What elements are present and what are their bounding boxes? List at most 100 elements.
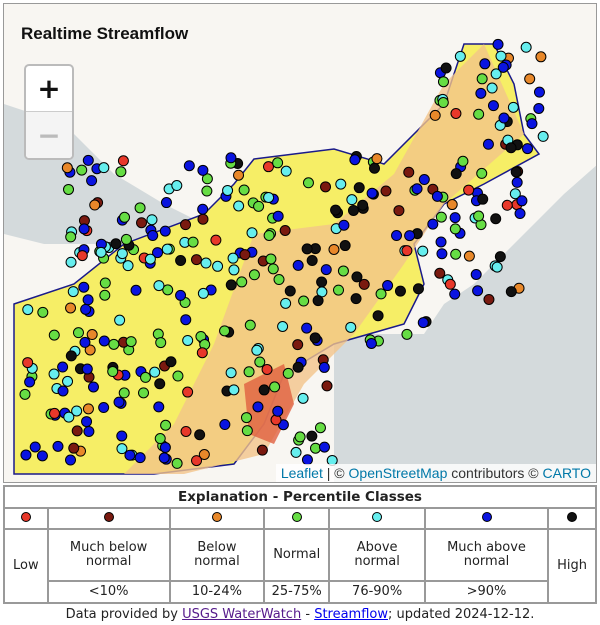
gauge-marker[interactable] (65, 302, 77, 314)
carto-link[interactable]: CARTO (543, 465, 592, 481)
gauge-marker[interactable] (403, 166, 415, 178)
gauge-marker[interactable] (417, 317, 429, 329)
gauge-marker[interactable] (154, 433, 166, 445)
gauge-marker[interactable] (146, 214, 158, 226)
gauge-marker[interactable] (63, 183, 75, 195)
gauge-marker[interactable] (153, 401, 165, 413)
gauge-marker[interactable] (183, 160, 195, 172)
gauge-marker[interactable] (154, 378, 166, 390)
gauge-marker[interactable] (345, 321, 357, 333)
gauge-marker[interactable] (253, 200, 265, 212)
gauge-marker[interactable] (297, 392, 309, 404)
gauge-marker[interactable] (514, 208, 526, 220)
map[interactable]: Realtime Streamflow + − Leaflet | © Open… (3, 3, 597, 483)
gauge-marker[interactable] (353, 182, 365, 194)
gauge-marker[interactable] (68, 442, 80, 454)
gauge-marker[interactable] (233, 200, 245, 212)
gauge-marker[interactable] (375, 288, 387, 300)
gauge-marker[interactable] (29, 441, 41, 453)
gauge-marker[interactable] (429, 109, 441, 121)
gauge-marker[interactable] (279, 224, 291, 236)
gauge-marker[interactable] (328, 243, 340, 255)
gauge-marker[interactable] (449, 288, 461, 300)
gauge-marker[interactable] (120, 233, 132, 245)
gauge-marker[interactable] (210, 234, 222, 246)
gauge-marker[interactable] (450, 248, 462, 260)
gauge-marker[interactable] (483, 293, 495, 305)
gauge-marker[interactable] (404, 230, 416, 242)
gauge-marker[interactable] (113, 396, 125, 408)
gauge-marker[interactable] (81, 416, 93, 428)
gauge-marker[interactable] (267, 263, 279, 275)
gauge-marker[interactable] (57, 361, 69, 373)
gauge-marker[interactable] (490, 213, 502, 225)
gauge-marker[interactable] (501, 199, 513, 211)
gauge-marker[interactable] (312, 295, 324, 307)
gauge-marker[interactable] (482, 138, 494, 150)
gauge-marker[interactable] (57, 385, 69, 397)
gauge-marker[interactable] (431, 190, 443, 202)
gauge-marker[interactable] (320, 181, 332, 193)
gauge-marker[interactable] (524, 73, 536, 85)
gauge-marker[interactable] (470, 268, 482, 280)
gauge-marker[interactable] (71, 425, 83, 437)
gauge-marker[interactable] (125, 336, 137, 348)
gauge-marker[interactable] (236, 276, 248, 288)
gauge-marker[interactable] (147, 230, 159, 242)
gauge-marker[interactable] (78, 223, 90, 235)
gauge-marker[interactable] (98, 335, 110, 347)
gauge-marker[interactable] (272, 157, 284, 169)
map-canvas[interactable] (4, 4, 597, 483)
gauge-marker[interactable] (522, 143, 534, 155)
gauge-marker[interactable] (526, 118, 538, 130)
gauge-marker[interactable] (65, 256, 77, 268)
gauge-marker[interactable] (228, 384, 240, 396)
gauge-marker[interactable] (479, 58, 491, 70)
gauge-marker[interactable] (98, 162, 110, 174)
gauge-marker[interactable] (86, 175, 98, 187)
zoom-in-button[interactable]: + (26, 66, 72, 112)
gauge-marker[interactable] (79, 336, 91, 348)
gauge-marker[interactable] (435, 211, 447, 223)
gauge-marker[interactable] (194, 429, 206, 441)
gauge-marker[interactable] (159, 225, 171, 237)
gauge-marker[interactable] (252, 401, 264, 413)
gauge-marker[interactable] (161, 243, 173, 255)
gauge-marker[interactable] (272, 405, 284, 417)
gauge-marker[interactable] (338, 219, 350, 231)
gauge-marker[interactable] (233, 169, 245, 181)
gauge-marker[interactable] (19, 388, 31, 400)
gauge-marker[interactable] (240, 412, 252, 424)
gauge-marker[interactable] (280, 165, 292, 177)
gauge-marker[interactable] (108, 338, 120, 350)
gauge-marker[interactable] (533, 86, 545, 98)
gauge-marker[interactable] (316, 276, 328, 288)
gauge-marker[interactable] (330, 204, 342, 216)
gauge-marker[interactable] (65, 231, 77, 243)
gauge-marker[interactable] (159, 441, 171, 453)
gauge-marker[interactable] (182, 386, 194, 398)
gauge-marker[interactable] (477, 193, 489, 205)
gauge-marker[interactable] (138, 387, 150, 399)
gauge-marker[interactable] (222, 184, 234, 196)
gauge-marker[interactable] (115, 166, 127, 178)
gauge-marker[interactable] (450, 168, 462, 180)
gauge-marker[interactable] (149, 366, 161, 378)
gauge-marker[interactable] (196, 347, 208, 359)
gauge-marker[interactable] (401, 245, 413, 257)
gauge-marker[interactable] (124, 449, 136, 461)
gauge-marker[interactable] (306, 430, 318, 442)
gauge-marker[interactable] (225, 152, 237, 164)
gauge-marker[interactable] (99, 277, 111, 289)
gauge-marker[interactable] (80, 303, 92, 315)
gauge-marker[interactable] (191, 455, 203, 467)
gauge-marker[interactable] (494, 251, 506, 263)
gauge-marker[interactable] (187, 236, 199, 248)
gauge-marker[interactable] (520, 41, 532, 53)
gauge-marker[interactable] (449, 212, 461, 224)
gauge-marker[interactable] (81, 363, 93, 375)
gauge-marker[interactable] (382, 280, 394, 292)
gauge-marker[interactable] (263, 229, 275, 241)
gauge-marker[interactable] (401, 328, 413, 340)
gauge-marker[interactable] (238, 184, 250, 196)
